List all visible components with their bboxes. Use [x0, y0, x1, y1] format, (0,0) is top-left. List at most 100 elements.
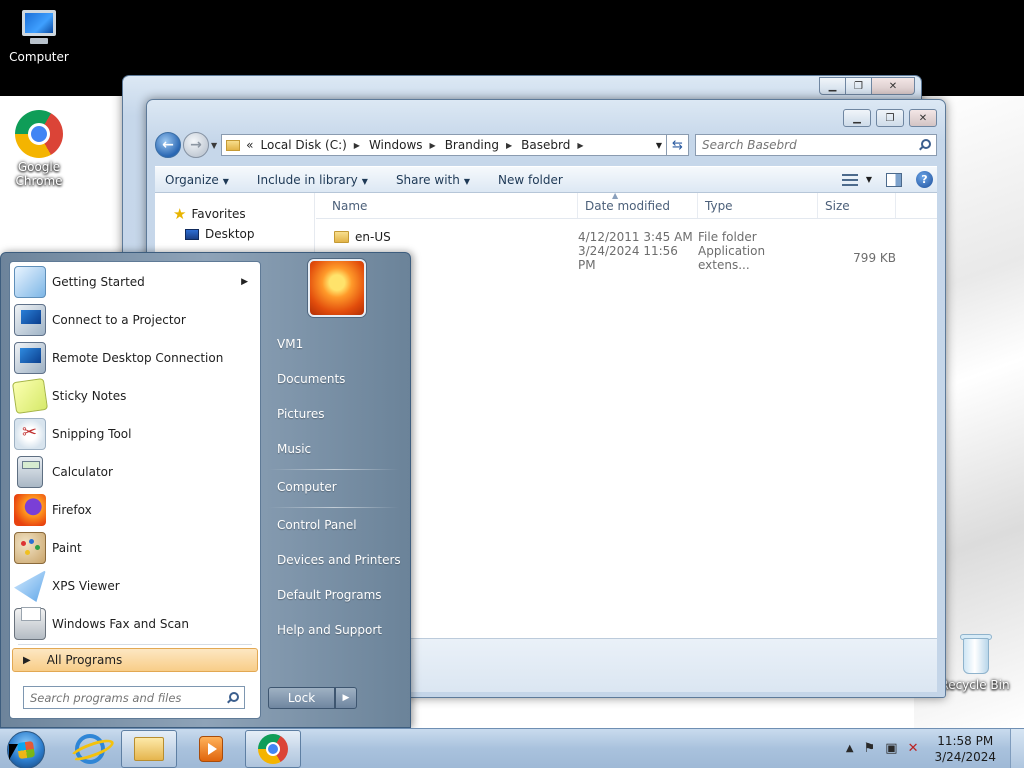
taskbar-chrome[interactable]: [245, 730, 301, 768]
breadcrumb-windows[interactable]: Windows: [369, 138, 423, 152]
action-center-flag-icon[interactable]: ⚑: [864, 741, 876, 756]
program-snipping-tool[interactable]: Snipping Tool: [12, 416, 258, 452]
desktop-icon-recycle-bin[interactable]: Recycle Bin: [937, 632, 1013, 692]
view-options-dropdown[interactable]: ▼: [866, 175, 872, 184]
taskbar: ▲ ⚑ ▣ ✕ 11:58 PM 3/24/2024: [0, 728, 1024, 768]
file-name: en-US: [355, 229, 391, 244]
desktop-icon-label: Recycle Bin: [940, 678, 1010, 692]
change-view-icon[interactable]: [841, 173, 858, 186]
show-hidden-icons-icon[interactable]: ▲: [846, 743, 854, 754]
new-folder-button[interactable]: New folder: [498, 173, 563, 187]
place-default-programs[interactable]: Default Programs: [277, 588, 382, 602]
column-header-name[interactable]: Name: [316, 193, 578, 218]
program-paint[interactable]: Paint: [12, 530, 258, 566]
chrome-icon: [258, 734, 288, 764]
program-xps-viewer[interactable]: XPS Viewer: [12, 568, 258, 604]
column-header-type[interactable]: Type: [698, 193, 818, 218]
xps-viewer-icon: [14, 570, 46, 602]
breadcrumb-separator[interactable]: ▶: [354, 141, 360, 150]
place-help-support[interactable]: Help and Support: [277, 623, 382, 637]
program-connect-projector[interactable]: Connect to a Projector: [12, 302, 258, 338]
search-icon[interactable]: [918, 139, 931, 151]
maximize-button[interactable]: ❐: [876, 109, 904, 127]
user-avatar[interactable]: [308, 259, 366, 317]
file-size: 799 KB: [853, 250, 896, 265]
address-bar[interactable]: « Local Disk (C:) ▶ Windows ▶ Branding ▶…: [221, 134, 667, 156]
recent-pages-dropdown[interactable]: ▼: [211, 141, 217, 150]
breadcrumb-overflow[interactable]: «: [246, 138, 253, 152]
help-icon[interactable]: ?: [916, 171, 933, 188]
share-with-menu[interactable]: Share with ▼: [396, 173, 470, 187]
breadcrumb-separator[interactable]: ▶: [577, 141, 583, 150]
back-button[interactable]: ←: [155, 132, 181, 158]
start-menu: Getting Started ▶ Connect to a Projector…: [0, 252, 411, 728]
organize-menu[interactable]: Organize ▼: [165, 173, 229, 187]
file-date: 3/24/2024 11:56 PM: [578, 243, 678, 272]
breadcrumb-separator[interactable]: ▶: [430, 141, 436, 150]
program-calculator[interactable]: Calculator: [12, 454, 258, 490]
windows-explorer-icon: [134, 737, 164, 761]
refresh-button[interactable]: ⇆: [667, 134, 689, 156]
all-programs-button[interactable]: ▶ All Programs: [12, 648, 258, 672]
getting-started-icon: [14, 266, 46, 298]
submenu-arrow-icon[interactable]: ▶: [241, 277, 248, 287]
address-dropdown-button[interactable]: ▼: [652, 141, 666, 150]
clock-time: 11:58 PM: [937, 733, 994, 748]
nav-item-desktop[interactable]: Desktop: [185, 227, 255, 241]
volume-muted-icon[interactable]: ✕: [908, 741, 919, 756]
program-sticky-notes[interactable]: Sticky Notes: [11, 377, 258, 415]
network-icon[interactable]: ▣: [885, 741, 897, 756]
place-user[interactable]: VM1: [277, 337, 303, 351]
desktop-icon-computer[interactable]: Computer: [1, 8, 77, 64]
breadcrumb-basebrd[interactable]: Basebrd: [521, 138, 570, 152]
minimize-button[interactable]: ▁: [843, 109, 871, 127]
shutdown-options-button[interactable]: ▶: [335, 687, 357, 709]
taskbar-media-player[interactable]: [183, 730, 239, 768]
media-player-icon: [199, 736, 223, 762]
search-icon[interactable]: [226, 691, 239, 704]
search-box[interactable]: [695, 134, 937, 156]
search-input[interactable]: [702, 138, 918, 152]
place-music[interactable]: Music: [277, 442, 311, 456]
taskbar-internet-explorer[interactable]: [62, 730, 118, 768]
preview-pane-icon[interactable]: [886, 172, 902, 187]
firefox-icon: [14, 494, 46, 526]
close-button[interactable]: ✕: [909, 109, 937, 127]
taskbar-windows-explorer[interactable]: [121, 730, 177, 768]
mouse-cursor-icon: [9, 744, 18, 760]
play-arrow-icon: ▶: [23, 654, 31, 666]
program-getting-started[interactable]: Getting Started ▶: [12, 264, 258, 300]
start-search-input[interactable]: [30, 690, 226, 705]
start-search-box[interactable]: [23, 686, 245, 709]
place-computer[interactable]: Computer: [277, 480, 337, 494]
include-in-library-menu[interactable]: Include in library ▼: [257, 173, 368, 187]
show-desktop-button[interactable]: [1010, 729, 1024, 768]
file-type: File folder: [698, 229, 757, 244]
breadcrumb-local-disk[interactable]: Local Disk (C:): [261, 138, 347, 152]
column-header-size[interactable]: Size: [818, 193, 896, 218]
desktop-icon-chrome[interactable]: Google Chrome: [1, 110, 77, 188]
nav-item-favorites[interactable]: ★ Favorites: [173, 205, 246, 223]
programs-list: Getting Started ▶ Connect to a Projector…: [9, 261, 261, 719]
program-remote-desktop[interactable]: Remote Desktop Connection: [12, 340, 258, 376]
place-pictures[interactable]: Pictures: [277, 407, 325, 421]
lock-button[interactable]: Lock: [268, 687, 335, 709]
minimize-button[interactable]: ▁: [819, 77, 846, 95]
sticky-notes-icon: [11, 377, 49, 415]
place-control-panel[interactable]: Control Panel: [277, 518, 357, 532]
column-header-date[interactable]: Date modified: [578, 193, 698, 218]
sort-indicator-icon: ▲: [612, 191, 619, 200]
clock[interactable]: 11:58 PM 3/24/2024: [934, 733, 996, 765]
forward-button[interactable]: →: [183, 132, 209, 158]
close-button[interactable]: ✕: [871, 77, 915, 95]
breadcrumb-separator[interactable]: ▶: [506, 141, 512, 150]
maximize-button[interactable]: ❐: [845, 77, 872, 95]
place-devices-printers[interactable]: Devices and Printers: [277, 553, 401, 567]
breadcrumb-branding[interactable]: Branding: [445, 138, 499, 152]
program-fax-scan[interactable]: Windows Fax and Scan: [12, 606, 258, 642]
folder-icon: [334, 230, 349, 243]
desktop-icon: [185, 228, 199, 240]
calculator-icon: [17, 456, 43, 488]
place-documents[interactable]: Documents: [277, 372, 345, 386]
program-firefox[interactable]: Firefox: [12, 492, 258, 528]
